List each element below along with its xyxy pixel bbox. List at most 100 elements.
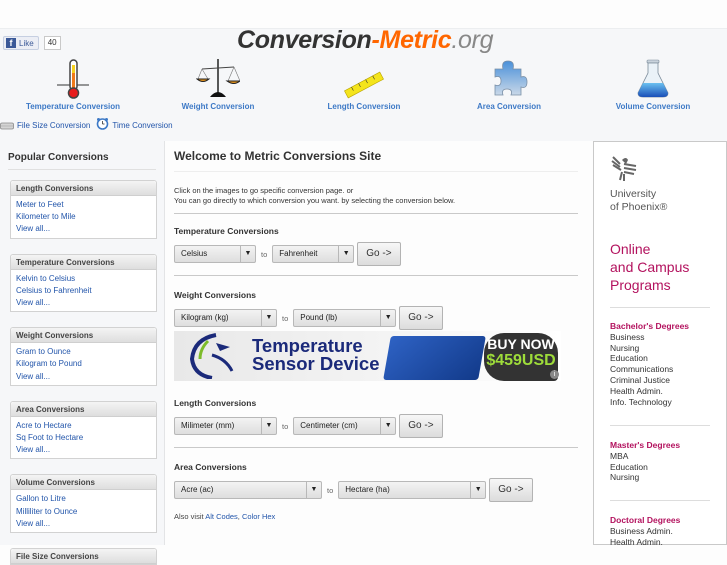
sidebar-link[interactable]: Gram to Ounce bbox=[16, 346, 151, 358]
length-to-select[interactable]: Centimeter (cm) ▼ bbox=[293, 417, 397, 435]
select-value: Milimeter (mm) bbox=[181, 421, 235, 430]
degree-item: Health Admin. bbox=[610, 385, 663, 396]
top-bar bbox=[0, 0, 727, 29]
university-ad[interactable]: University of Phoenix® Online and Campus… bbox=[593, 141, 727, 547]
weight-go-button[interactable]: Go -> bbox=[399, 306, 443, 330]
select-value: Fahrenheit bbox=[279, 249, 318, 258]
temperature-section-title: Temperature Conversions bbox=[174, 226, 279, 236]
weight-from-select[interactable]: Kilogram (kg) ▼ bbox=[174, 309, 277, 327]
intro-line: You can go directly to which conversion … bbox=[174, 196, 456, 205]
degree-title: Master's Degrees bbox=[610, 440, 681, 450]
temperature-sensor-ad[interactable]: Temperature Sensor Device BUY NOW $459US… bbox=[174, 331, 561, 381]
area-to-select[interactable]: Hectare (ha) ▼ bbox=[338, 481, 487, 499]
divider bbox=[174, 213, 578, 214]
sidebar-link[interactable]: Sq Foot to Hectare bbox=[16, 432, 151, 444]
time-conversion-link[interactable]: Time Conversion bbox=[96, 118, 175, 130]
programs-line: Online bbox=[610, 241, 651, 257]
sidebar-link-view-all[interactable]: View all... bbox=[16, 297, 151, 309]
puzzle-icon bbox=[454, 57, 564, 99]
file-size-conversion-link[interactable]: File Size Conversion bbox=[0, 121, 93, 130]
sidebar-link[interactable]: Meter to Feet bbox=[16, 199, 151, 211]
facebook-icon: f bbox=[6, 38, 16, 48]
main-content: Welcome to Metric Conversions Site Click… bbox=[166, 141, 586, 521]
temperature-go-button[interactable]: Go -> bbox=[357, 242, 401, 266]
length-converter: Milimeter (mm) ▼ to Centimeter (cm) ▼ Go -… bbox=[174, 414, 586, 438]
chevron-down-icon: ▼ bbox=[240, 246, 255, 262]
sidebar-link-view-all[interactable]: View all... bbox=[16, 444, 151, 456]
chevron-down-icon: ▼ bbox=[261, 310, 276, 326]
sidebar-link[interactable]: Acre to Hectare bbox=[16, 420, 151, 432]
sidebar-box-volume: Volume Conversions Gallon to Litre Milli… bbox=[10, 474, 157, 534]
area-from-select[interactable]: Acre (ac) ▼ bbox=[174, 481, 322, 499]
degree-title: Doctoral Degrees bbox=[610, 515, 681, 525]
facebook-like-button[interactable]: f Like bbox=[3, 36, 39, 50]
select-value: Kilogram (kg) bbox=[181, 313, 229, 322]
sidebar-link[interactable]: Celsius to Fahrenheit bbox=[16, 285, 151, 297]
category-label: Temperature Conversion bbox=[25, 102, 121, 111]
category-area[interactable]: Area Conversion bbox=[454, 57, 564, 111]
thermometer-icon bbox=[18, 57, 128, 99]
masters-degrees: Master's Degrees MBA Education Nursing bbox=[610, 440, 680, 483]
degree-item: Nursing bbox=[610, 472, 640, 483]
also-visit: Also visit Alt Codes, Color Hex bbox=[174, 512, 586, 521]
university-name-line: University bbox=[610, 188, 657, 200]
chevron-down-icon: ▼ bbox=[306, 482, 321, 498]
like-count: 40 bbox=[43, 36, 61, 50]
sidebar-link-view-all[interactable]: View all... bbox=[16, 518, 151, 530]
ad-line: Sensor Device bbox=[252, 353, 380, 374]
category-temperature[interactable]: Temperature Conversion bbox=[18, 57, 128, 111]
temperature-from-select[interactable]: Celsius ▼ bbox=[174, 245, 256, 263]
link-label: Time Conversion bbox=[112, 121, 173, 130]
sidebar-link-view-all[interactable]: View all... bbox=[16, 371, 151, 383]
logo-part-org: .org bbox=[451, 26, 494, 54]
sidebar-box-weight: Weight Conversions Gram to Ounce Kilogra… bbox=[10, 327, 157, 386]
color-hex-link[interactable]: Color Hex bbox=[242, 512, 275, 521]
length-from-select[interactable]: Milimeter (mm) ▼ bbox=[174, 417, 277, 435]
sidebar-link[interactable]: Gallon to Litre bbox=[16, 493, 151, 505]
divider bbox=[610, 425, 710, 426]
buy-now-badge[interactable]: BUY NOW $459USD bbox=[484, 333, 558, 381]
to-label: to bbox=[327, 485, 334, 495]
length-go-button[interactable]: Go -> bbox=[399, 414, 443, 438]
category-label: Volume Conversion bbox=[615, 102, 691, 111]
category-label: Weight Conversion bbox=[181, 102, 255, 111]
scale-icon bbox=[163, 57, 273, 99]
select-value: Celsius bbox=[181, 249, 208, 258]
sidebar-link[interactable]: Kilometer to Mile bbox=[16, 211, 151, 223]
chevron-down-icon: ▼ bbox=[470, 482, 485, 498]
weight-to-select[interactable]: Pound (lb) ▼ bbox=[293, 309, 397, 327]
weight-converter: Kilogram (kg) ▼ to Pound (lb) ▼ Go -> bbox=[174, 306, 586, 330]
degree-item: Business bbox=[610, 331, 645, 342]
category-volume[interactable]: Volume Conversion bbox=[598, 57, 708, 111]
sidebar-box-file-size: File Size Conversions bbox=[10, 548, 157, 565]
to-label: to bbox=[282, 421, 289, 431]
alarm-clock-icon bbox=[97, 118, 109, 130]
degree-item: Business Admin. bbox=[610, 525, 673, 536]
ad-info-icon[interactable]: i bbox=[550, 370, 559, 379]
sidebar-link-view-all[interactable]: View all... bbox=[16, 223, 151, 235]
eagle-logo-icon bbox=[189, 333, 234, 379]
flask-icon bbox=[598, 57, 708, 99]
area-go-button[interactable]: Go -> bbox=[489, 478, 533, 502]
like-label: Like bbox=[19, 38, 34, 48]
area-section-title: Area Conversions bbox=[174, 462, 247, 472]
select-value: Centimeter (cm) bbox=[300, 421, 358, 430]
temperature-to-select[interactable]: Fahrenheit ▼ bbox=[272, 245, 355, 263]
intro-text: Click on the images to go specific conve… bbox=[174, 186, 578, 206]
alt-codes-link[interactable]: Alt Codes bbox=[205, 512, 238, 521]
divider bbox=[174, 447, 578, 448]
sidebar-link[interactable]: Kilogram to Pound bbox=[16, 358, 151, 370]
sidebar-box-title: File Size Conversions bbox=[11, 549, 156, 565]
sidebar-box-length: Length Conversions Meter to Feet Kilomet… bbox=[10, 180, 157, 239]
area-converter: Acre (ac) ▼ to Hectare (ha) ▼ Go -> bbox=[174, 478, 586, 502]
degree-title: Bachelor's Degrees bbox=[610, 321, 690, 331]
hard-drive-icon bbox=[0, 122, 14, 129]
category-length[interactable]: Length Conversion bbox=[309, 57, 419, 111]
sidebar-link[interactable]: Milliliter to Ounce bbox=[16, 506, 151, 518]
category-weight[interactable]: Weight Conversion bbox=[163, 57, 273, 111]
ad-headline: Temperature Sensor Device bbox=[252, 336, 380, 374]
sidebar-link[interactable]: Kelvin to Celsius bbox=[16, 273, 151, 285]
degree-item: Education bbox=[610, 461, 648, 472]
site-logo[interactable]: Conversion-Metric.org bbox=[237, 26, 494, 55]
degree-item: Education bbox=[610, 353, 648, 364]
